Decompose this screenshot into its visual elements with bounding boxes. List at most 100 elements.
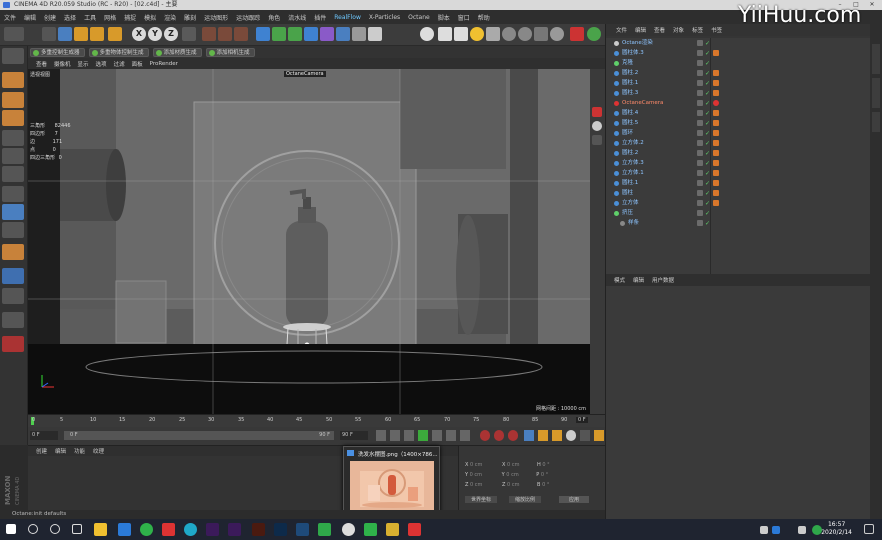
- file-explorer-icon[interactable]: [94, 523, 107, 536]
- paint-icon[interactable]: [2, 244, 24, 260]
- object-row[interactable]: 样条 ✓: [606, 218, 871, 228]
- object-row[interactable]: OctaneCamera ✓: [606, 98, 871, 108]
- menu-help[interactable]: 帮助: [478, 13, 490, 22]
- add-object-icon[interactable]: [108, 27, 122, 41]
- play-forward-icon[interactable]: [418, 430, 428, 441]
- octane-refresh-icon[interactable]: [587, 27, 601, 41]
- menu-realflow[interactable]: RealFlow: [334, 14, 361, 21]
- coord-x-size-field[interactable]: 0 cm: [507, 462, 519, 468]
- viewport-menu-filter[interactable]: 过滤: [114, 60, 125, 68]
- go-to-start-icon[interactable]: [376, 430, 386, 441]
- subdivision-icon[interactable]: [288, 27, 302, 41]
- axis-mode-icon[interactable]: [2, 186, 24, 202]
- taskbar-clock[interactable]: 16:57 2020/2/14: [821, 521, 852, 537]
- app-store-icon[interactable]: [118, 523, 131, 536]
- network-icon[interactable]: [760, 526, 768, 534]
- coord-b-rot-field[interactable]: 0 °: [542, 482, 549, 488]
- coord-x-pos-field[interactable]: 0 cm: [470, 462, 482, 468]
- keyframe-selection-icon[interactable]: [508, 430, 518, 441]
- polygons-mode-icon[interactable]: [2, 166, 24, 182]
- cinema4d-icon[interactable]: [342, 523, 355, 536]
- position-key-icon[interactable]: [524, 430, 534, 441]
- next-key-icon[interactable]: [432, 430, 442, 441]
- pen-spline-icon[interactable]: [272, 27, 286, 41]
- coord-z-pos-field[interactable]: 0 cm: [470, 482, 482, 488]
- go-to-end-icon[interactable]: [446, 430, 456, 441]
- cloner-icon[interactable]: [304, 27, 318, 41]
- photoshop-icon[interactable]: [274, 523, 287, 536]
- camtasia-icon[interactable]: [318, 523, 331, 536]
- menu-snap[interactable]: 捕捉: [124, 13, 136, 22]
- material-menu-create[interactable]: 创建: [36, 447, 47, 455]
- menu-edit[interactable]: 编辑: [24, 13, 36, 22]
- material-menu-edit[interactable]: 编辑: [55, 447, 66, 455]
- viewport-menu-panel[interactable]: 面板: [132, 60, 143, 68]
- menu-file[interactable]: 文件: [4, 13, 16, 22]
- om-menu-edit[interactable]: 编辑: [635, 26, 646, 34]
- object-row[interactable]: 立方体.1 ✓: [606, 168, 871, 178]
- layer-icon[interactable]: [2, 268, 24, 284]
- cortana-icon[interactable]: [50, 524, 60, 534]
- menu-render[interactable]: 渲染: [164, 13, 176, 22]
- floor-grid-icon[interactable]: [336, 27, 350, 41]
- model-mode-icon[interactable]: [2, 72, 24, 88]
- app-icon[interactable]: [296, 523, 309, 536]
- am-menu-userdata[interactable]: 用户数据: [652, 276, 674, 284]
- auto-key-icon[interactable]: [494, 430, 504, 441]
- apply-button[interactable]: 应用: [559, 496, 590, 503]
- object-row[interactable]: 克隆 ✓: [606, 58, 871, 68]
- red-app-icon[interactable]: [162, 523, 175, 536]
- object-row[interactable]: 圆柱.5 ✓: [606, 118, 871, 128]
- record-keys-icon[interactable]: [480, 430, 490, 441]
- om-menu-bookmarks[interactable]: 书签: [711, 26, 722, 34]
- play-backward-icon[interactable]: [404, 430, 414, 441]
- image-viewer-taskbar-icon[interactable]: [386, 523, 399, 536]
- end-frame-field[interactable]: 90 F: [340, 431, 368, 440]
- octane-tag-icon[interactable]: [2, 336, 24, 352]
- am-menu-edit[interactable]: 编辑: [633, 276, 644, 284]
- snapping-icon[interactable]: [2, 222, 24, 238]
- timeline-window-icon[interactable]: [594, 430, 604, 441]
- menu-tools[interactable]: 工具: [84, 13, 96, 22]
- menu-select[interactable]: 选择: [64, 13, 76, 22]
- task-view-icon[interactable]: [72, 524, 82, 534]
- menu-script[interactable]: 脚本: [438, 13, 450, 22]
- object-row[interactable]: Octane渲染 ✓: [606, 38, 871, 48]
- recorder-icon[interactable]: [408, 523, 421, 536]
- windows-start-icon[interactable]: [6, 524, 16, 534]
- deformer-icon[interactable]: [320, 27, 334, 41]
- y-axis-lock-icon[interactable]: Y: [148, 27, 162, 41]
- object-row[interactable]: 圆柱.1 ✓: [606, 178, 871, 188]
- rotation-key-icon[interactable]: [552, 430, 562, 441]
- close-button[interactable]: ✕: [864, 0, 880, 10]
- viewport-menu-prorender[interactable]: ProRender: [150, 61, 178, 67]
- tab-content-browser[interactable]: [872, 78, 880, 108]
- menu-simulate[interactable]: 模拟: [144, 13, 156, 22]
- octane-record-icon[interactable]: [570, 27, 584, 41]
- premiere-icon[interactable]: [228, 523, 241, 536]
- after-effects-icon[interactable]: [206, 523, 219, 536]
- octane-live-viewer-icon[interactable]: [420, 27, 434, 41]
- octane-settings-icon[interactable]: [438, 27, 452, 41]
- size-mode-dropdown[interactable]: 缩放比例: [509, 496, 542, 503]
- edges-mode-icon[interactable]: [2, 148, 24, 164]
- make-editable-icon[interactable]: [2, 48, 24, 64]
- octane-glossy-icon[interactable]: [534, 27, 548, 41]
- undo-icon[interactable]: [4, 27, 24, 41]
- om-menu-file[interactable]: 文件: [616, 26, 627, 34]
- menu-sculpt[interactable]: 雕刻: [184, 13, 196, 22]
- menu-xparticles[interactable]: X-Particles: [369, 14, 400, 21]
- object-row[interactable]: 圆柱.1 ✓: [606, 78, 871, 88]
- render-view-icon[interactable]: [202, 27, 216, 41]
- om-menu-object[interactable]: 对象: [673, 26, 684, 34]
- octane-specular-icon[interactable]: [518, 27, 532, 41]
- notification-icon[interactable]: [864, 524, 874, 534]
- menu-plugins[interactable]: 插件: [314, 13, 326, 22]
- taskbar-thumbnail-preview[interactable]: 洗发水摆图.png（1400×786...: [343, 446, 440, 516]
- octane-daylight-icon[interactable]: [470, 27, 484, 41]
- coord-h-rot-field[interactable]: 0 °: [542, 462, 549, 468]
- browser-icon[interactable]: [184, 523, 197, 536]
- multi-control-generator-button[interactable]: 多重控制生成器: [30, 47, 85, 57]
- octane-material-icon[interactable]: [502, 27, 516, 41]
- wechat-icon[interactable]: [140, 523, 153, 536]
